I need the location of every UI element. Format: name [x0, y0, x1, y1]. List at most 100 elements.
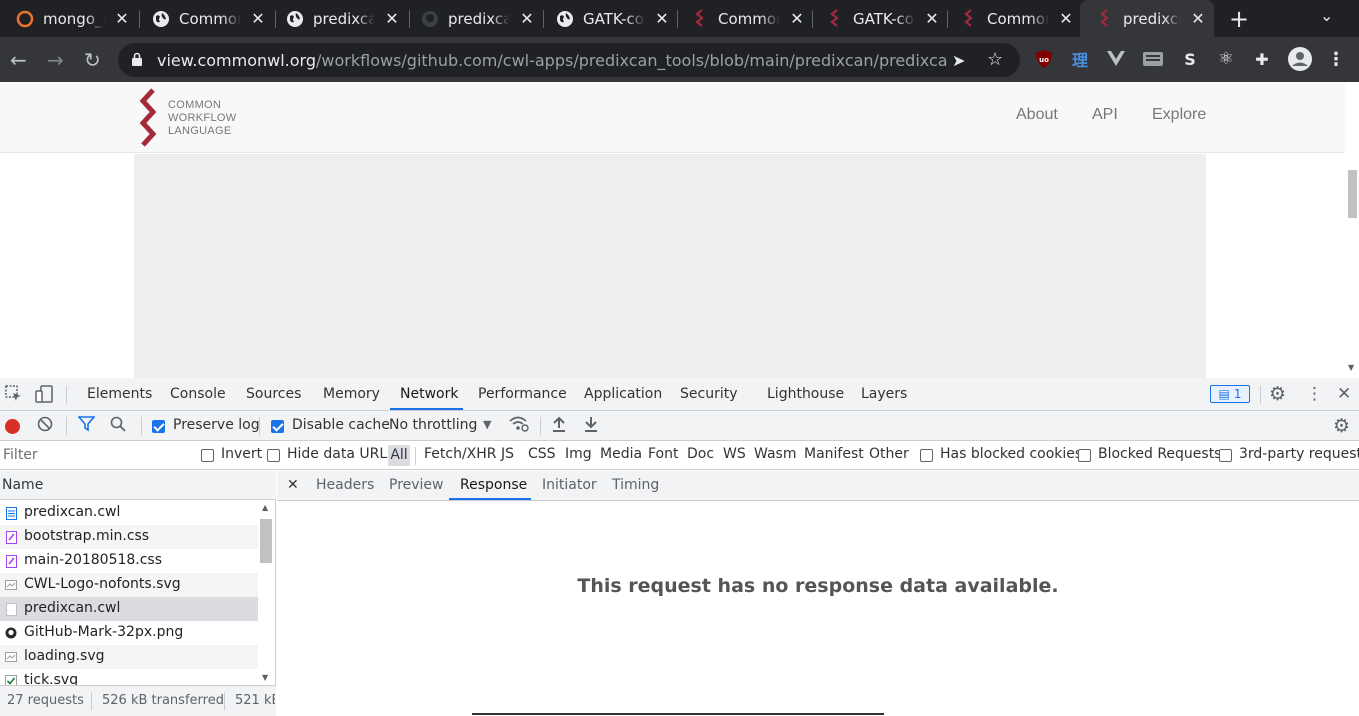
column-header-name[interactable]: Name: [0, 471, 276, 500]
browser-tab[interactable]: predixcan ✕: [270, 0, 408, 37]
clear-icon[interactable]: [37, 416, 53, 437]
close-icon[interactable]: ✕: [250, 9, 266, 28]
inspect-element-icon[interactable]: [5, 385, 22, 407]
network-settings-gear-icon[interactable]: ⚙: [1333, 415, 1350, 437]
type-filter-doc[interactable]: Doc: [687, 446, 714, 462]
close-icon[interactable]: ✕: [114, 9, 130, 28]
close-icon[interactable]: ✕: [789, 9, 805, 28]
disable-cache-label[interactable]: Disable cache: [292, 417, 390, 433]
logo-text[interactable]: COMMON WORKFLOW LANGUAGE: [168, 99, 236, 138]
type-filter-css[interactable]: CSS: [528, 446, 556, 462]
close-icon[interactable]: ✕: [1190, 9, 1206, 28]
close-icon[interactable]: ✕: [924, 9, 940, 28]
tab-headers[interactable]: Headers: [316, 477, 374, 493]
nav-about[interactable]: About: [1016, 106, 1058, 124]
new-tab-icon[interactable]: +: [1229, 5, 1249, 33]
ublock-icon[interactable]: uo: [1034, 49, 1054, 69]
chevron-down-icon[interactable]: ▼: [483, 418, 491, 431]
address-bar[interactable]: view.commonwl.org/workflows/github.com/c…: [118, 43, 1020, 77]
tab-lighthouse[interactable]: Lighthouse: [767, 386, 844, 402]
forward-icon[interactable]: →: [47, 48, 64, 72]
translate-icon[interactable]: 理: [1070, 49, 1090, 70]
tab-elements[interactable]: Elements: [87, 386, 152, 402]
type-filter-manifest[interactable]: Manifest: [804, 446, 864, 462]
tab-console[interactable]: Console: [170, 386, 226, 402]
lock-icon[interactable]: [132, 52, 142, 66]
tab-preview[interactable]: Preview: [389, 477, 444, 493]
send-icon[interactable]: ➤: [952, 51, 965, 70]
cwl-logo[interactable]: [138, 88, 160, 148]
close-icon[interactable]: ✕: [519, 9, 535, 28]
tab-network[interactable]: Network: [400, 386, 458, 402]
close-icon[interactable]: ✕: [1337, 384, 1351, 404]
browser-tab-active[interactable]: predixca ✕: [1080, 0, 1214, 37]
type-filter-font[interactable]: Font: [648, 446, 678, 462]
browser-tab[interactable]: mongo_t ✕: [0, 0, 138, 37]
blocked-requests-label[interactable]: Blocked Requests: [1098, 446, 1221, 462]
third-party-requests-checkbox[interactable]: [1219, 449, 1232, 462]
request-row[interactable]: GitHub-Mark-32px.png: [0, 621, 258, 645]
browser-tab[interactable]: GATK-cor ✕: [810, 0, 948, 37]
settings-gear-icon[interactable]: ⚙: [1269, 383, 1286, 405]
nav-api[interactable]: API: [1092, 106, 1118, 124]
reader-icon[interactable]: [1143, 49, 1163, 69]
type-filter-ws[interactable]: WS: [723, 446, 746, 462]
tab-application[interactable]: Application: [584, 386, 662, 402]
request-row[interactable]: predixcan.cwl: [0, 501, 258, 525]
more-options-icon[interactable]: ⋮: [1306, 384, 1323, 404]
has-blocked-cookies-label[interactable]: Has blocked cookies: [940, 446, 1082, 462]
close-icon[interactable]: ✕: [384, 9, 400, 28]
close-icon[interactable]: ✕: [1058, 9, 1074, 28]
network-conditions-icon[interactable]: [509, 416, 529, 437]
record-icon[interactable]: [5, 419, 20, 434]
request-row[interactable]: bootstrap.min.css: [0, 525, 258, 549]
type-filter-wasm[interactable]: Wasm: [754, 446, 796, 462]
filter-input[interactable]: [0, 443, 186, 467]
third-party-requests-label[interactable]: 3rd-party requests: [1239, 446, 1359, 462]
browser-tab[interactable]: GATK-cor ✕: [540, 0, 678, 37]
scroll-up-icon[interactable]: ▲: [262, 503, 268, 512]
blocked-requests-checkbox[interactable]: [1078, 449, 1091, 462]
close-detail-icon[interactable]: ✕: [287, 477, 299, 493]
preserve-log-label[interactable]: Preserve log: [173, 417, 260, 433]
request-row[interactable]: loading.svg: [0, 645, 258, 669]
request-list-scrollbar[interactable]: ▲ ▼: [258, 501, 275, 685]
tab-response[interactable]: Response: [460, 477, 527, 493]
page-scrollbar[interactable]: ▼: [1345, 82, 1359, 378]
browser-tab[interactable]: Common ✕: [944, 0, 1082, 37]
tab-timing[interactable]: Timing: [612, 477, 659, 493]
browser-tab[interactable]: predixcan ✕: [405, 0, 543, 37]
tab-layers[interactable]: Layers: [861, 386, 907, 402]
browser-menu-icon[interactable]: ⋮: [1326, 49, 1346, 70]
type-filter-all[interactable]: All: [388, 445, 410, 466]
star-icon[interactable]: ☆: [987, 49, 1003, 70]
tab-sources[interactable]: Sources: [246, 386, 301, 402]
request-row-selected[interactable]: predixcan.cwl: [0, 597, 258, 621]
scroll-down-icon[interactable]: ▼: [1348, 363, 1354, 372]
browser-tab[interactable]: Common ✕: [136, 0, 274, 37]
extensions-puzzle-icon[interactable]: ✚: [1252, 49, 1272, 69]
request-row[interactable]: tick.svg: [0, 669, 258, 685]
chevron-down-icon[interactable]: ⌄: [1320, 6, 1333, 25]
scroll-down-icon[interactable]: ▼: [262, 673, 268, 682]
vue-devtools-icon[interactable]: [1106, 49, 1126, 69]
throttling-select[interactable]: No throttling: [389, 417, 477, 433]
invert-checkbox[interactable]: [201, 449, 214, 462]
import-har-icon[interactable]: [552, 416, 566, 437]
type-filter-media[interactable]: Media: [600, 446, 642, 462]
tab-security[interactable]: Security: [680, 386, 738, 402]
scrollbar-thumb[interactable]: [260, 519, 272, 563]
extension-s-icon[interactable]: S: [1180, 49, 1200, 69]
disable-cache-checkbox[interactable]: [271, 420, 284, 433]
type-filter-other[interactable]: Other: [869, 446, 909, 462]
browser-tab[interactable]: Common ✕: [675, 0, 813, 37]
tab-performance[interactable]: Performance: [478, 386, 567, 402]
preserve-log-checkbox[interactable]: [152, 420, 165, 433]
type-filter-fetch-xhr[interactable]: Fetch/XHR: [424, 446, 497, 462]
hide-data-urls-label[interactable]: Hide data URLs: [287, 446, 394, 462]
has-blocked-cookies-checkbox[interactable]: [920, 449, 933, 462]
request-row[interactable]: main-20180518.css: [0, 549, 258, 573]
invert-label[interactable]: Invert: [221, 446, 262, 462]
tab-initiator[interactable]: Initiator: [542, 477, 597, 493]
type-filter-js[interactable]: JS: [501, 446, 514, 462]
